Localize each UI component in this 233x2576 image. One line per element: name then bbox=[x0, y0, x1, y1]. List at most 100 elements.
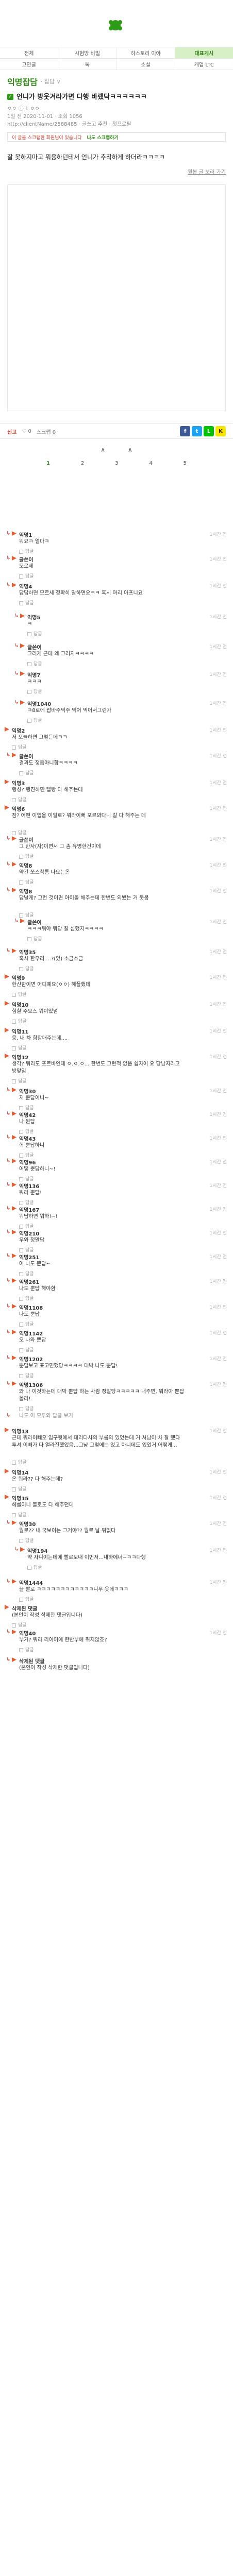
reply-button[interactable]: 답글 bbox=[19, 1372, 34, 1379]
comment-author[interactable]: 익명30 bbox=[19, 1520, 36, 1528]
reply-button[interactable]: 답글 bbox=[19, 965, 34, 972]
comment-author[interactable]: 익명1142 bbox=[19, 1329, 43, 1337]
comment-author[interactable]: 글쓴이 bbox=[27, 918, 42, 926]
comment-author[interactable]: 익명1108 bbox=[19, 1303, 43, 1311]
more-replies-link[interactable]: 나도 이 모두와 답글 보기 bbox=[19, 1413, 189, 1420]
comment-author[interactable]: 익명3 bbox=[12, 779, 25, 787]
reply-button[interactable]: 답글 bbox=[27, 630, 42, 637]
comment-author[interactable]: 익명251 bbox=[19, 1253, 39, 1261]
reply-button[interactable]: 답글 bbox=[19, 599, 34, 606]
comment-author[interactable]: 삭제된 댓글 bbox=[12, 1604, 37, 1612]
comment-author[interactable]: 익명15 bbox=[12, 1494, 28, 1502]
comment-author[interactable]: 익명43 bbox=[19, 1134, 36, 1142]
comment-author[interactable]: 익명194 bbox=[27, 1547, 47, 1554]
nav-tab-active[interactable]: 대표게시 bbox=[175, 47, 233, 58]
page-link[interactable]: 2 bbox=[81, 461, 84, 466]
page-link[interactable]: 3 bbox=[115, 461, 118, 466]
reply-button[interactable]: 답글 bbox=[12, 1459, 27, 1465]
comment-author[interactable]: 익명13 bbox=[12, 1427, 28, 1435]
twitter-share-icon[interactable]: t bbox=[192, 426, 202, 436]
nav-tab[interactable]: 소설 bbox=[117, 59, 175, 70]
reply-button[interactable]: 답글 bbox=[12, 1077, 27, 1084]
comment-author[interactable]: 익명11 bbox=[12, 1027, 28, 1035]
reply-button[interactable]: 답글 bbox=[19, 1646, 34, 1653]
reply-button[interactable]: 답글 bbox=[27, 660, 42, 667]
comment-author[interactable]: 익명30 bbox=[19, 1087, 36, 1095]
board-title[interactable]: 익명잡담 · 잡담 ∨ bbox=[7, 75, 226, 88]
facebook-share-icon[interactable]: f bbox=[180, 426, 190, 436]
board-dropdown[interactable]: · 잡담 ∨ bbox=[41, 77, 61, 86]
reply-button[interactable]: 답글 bbox=[12, 743, 27, 750]
reply-button[interactable]: 답글 bbox=[19, 878, 34, 885]
reply-button[interactable]: 답글 bbox=[19, 1295, 34, 1301]
comment-author[interactable]: 익명1040 bbox=[27, 700, 51, 707]
chevron-up-icon[interactable]: ∧ bbox=[128, 446, 132, 453]
site-logo-icon[interactable] bbox=[107, 18, 124, 32]
comment-author[interactable]: 익명136 bbox=[19, 1182, 39, 1190]
comment-author[interactable]: 글쓴이 bbox=[19, 555, 34, 563]
reply-button[interactable]: 답글 bbox=[19, 1346, 34, 1353]
like-button[interactable]: ♡ 0 bbox=[22, 429, 31, 434]
chevron-up-icon[interactable]: ∧ bbox=[101, 446, 105, 453]
reply-button[interactable]: 답글 bbox=[27, 717, 42, 723]
comment-author[interactable]: 글쓴이 bbox=[19, 752, 34, 760]
nav-tab[interactable]: 하스토리 이야 bbox=[117, 47, 175, 58]
comment-author[interactable]: 익명261 bbox=[19, 1278, 39, 1285]
reply-button[interactable]: 답글 bbox=[19, 1128, 34, 1134]
comment-author[interactable]: 익명40 bbox=[19, 1629, 36, 1637]
reply-button[interactable]: 답글 bbox=[27, 688, 42, 694]
comment-author[interactable]: 익명8 bbox=[19, 861, 32, 869]
page-link[interactable]: 5 bbox=[184, 461, 187, 466]
scrap-button[interactable]: 나도 스크랩하기 bbox=[87, 134, 119, 141]
comment-author[interactable]: 익명12 bbox=[12, 1053, 28, 1061]
reply-button[interactable]: 답글 bbox=[19, 853, 34, 859]
reply-button[interactable]: 답글 bbox=[19, 548, 34, 554]
reply-button[interactable]: 답글 bbox=[19, 1199, 34, 1206]
reply-button[interactable]: 답글 bbox=[19, 1223, 34, 1229]
reply-button[interactable]: 답글 bbox=[12, 1485, 27, 1492]
reply-button[interactable]: 답글 bbox=[12, 991, 27, 997]
source-link[interactable]: 원본 글 보러 가기 bbox=[0, 162, 233, 175]
reply-button[interactable]: 답글 bbox=[19, 1405, 34, 1412]
comment-author[interactable]: 익명6 bbox=[12, 805, 25, 812]
reply-button[interactable]: 답글 bbox=[12, 1044, 27, 1051]
comment-author[interactable]: 삭제된 댓글 bbox=[19, 1657, 44, 1665]
comment-author[interactable]: 익명1306 bbox=[19, 1381, 43, 1388]
comment-author[interactable]: 익명35 bbox=[19, 948, 36, 956]
reply-button[interactable]: 답글 bbox=[19, 1537, 34, 1544]
reply-button[interactable]: 답글 bbox=[19, 911, 34, 918]
reply-button[interactable]: 답글 bbox=[27, 935, 42, 942]
comment-author[interactable]: 익명7 bbox=[27, 671, 40, 679]
comment-author[interactable]: 익명1 bbox=[19, 531, 32, 538]
post-url[interactable]: http://clientName/2588485 · 글쓰고 추천 · 첫프로… bbox=[7, 121, 226, 128]
comment-author[interactable]: 익명1202 bbox=[19, 1355, 43, 1363]
reply-button[interactable]: 답글 bbox=[12, 796, 27, 803]
comment-author[interactable]: 글쓴이 bbox=[27, 643, 42, 651]
comment-author[interactable]: 익명210 bbox=[19, 1229, 39, 1237]
comment-author[interactable]: 익명42 bbox=[19, 1111, 36, 1118]
reply-button[interactable]: 답글 bbox=[19, 572, 34, 579]
nav-tab[interactable]: 시험방 비밀 bbox=[58, 47, 117, 58]
reply-button[interactable]: 답글 bbox=[19, 1175, 34, 1182]
comment-author[interactable]: 익명5 bbox=[27, 613, 40, 621]
reply-button[interactable]: 답글 bbox=[12, 1511, 27, 1518]
page-link[interactable]: 1 bbox=[46, 461, 50, 466]
comment-author[interactable]: 익명4 bbox=[19, 582, 32, 590]
nav-tab[interactable]: 캐업 LTC bbox=[175, 59, 233, 70]
reply-button[interactable]: 답글 bbox=[19, 1320, 34, 1327]
reply-button[interactable]: 답글 bbox=[19, 1270, 34, 1277]
comment-author[interactable]: 익명2 bbox=[12, 726, 25, 734]
reply-button[interactable]: 답글 bbox=[27, 1564, 42, 1570]
nav-tab[interactable]: 톡 bbox=[58, 59, 117, 70]
comment-author[interactable]: 익명167 bbox=[19, 1206, 39, 1213]
reply-button[interactable]: 답글 bbox=[12, 1621, 27, 1628]
author-line[interactable]: ㅇㅇ ⓘ 1 ㅇㅇ bbox=[7, 105, 226, 113]
comment-author[interactable]: 익명10 bbox=[12, 1001, 28, 1008]
reply-button[interactable]: 답글 bbox=[19, 1151, 34, 1158]
comment-author[interactable]: 익명9 bbox=[12, 974, 25, 981]
page-link[interactable]: 4 bbox=[149, 461, 152, 466]
kakao-share-icon[interactable]: K bbox=[215, 426, 226, 436]
comment-author[interactable]: 익명96 bbox=[19, 1158, 36, 1166]
reply-button[interactable]: 답글 bbox=[19, 1596, 34, 1602]
report-button[interactable]: 신고 bbox=[7, 428, 16, 435]
